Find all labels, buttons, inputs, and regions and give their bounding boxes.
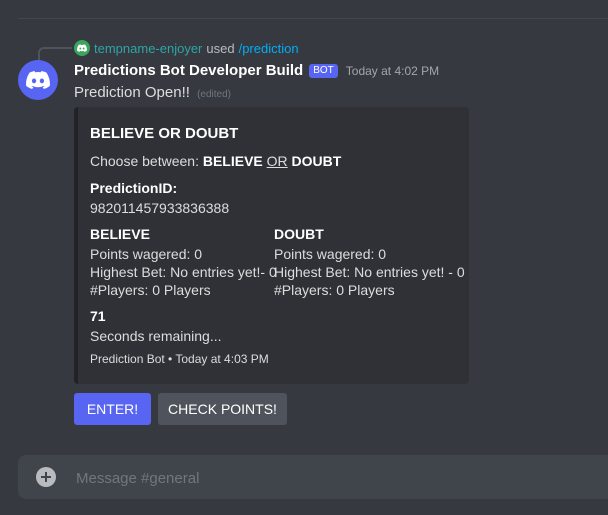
message-composer — [18, 455, 608, 501]
embed-description: Choose between: BELIEVE OR DOUBT — [90, 153, 341, 169]
message-header: Predictions Bot Developer Build BOT Toda… — [74, 62, 439, 79]
author-name[interactable]: Predictions Bot Developer Build — [74, 62, 303, 79]
interaction-reference[interactable]: tempname-enjoyer used /prediction — [74, 40, 299, 56]
message-text: Prediction Open!! — [74, 84, 190, 101]
bot-avatar[interactable] — [18, 60, 58, 100]
top-divider — [18, 18, 608, 19]
plus-icon — [41, 472, 51, 482]
field-prediction-id-name: PredictionID: — [90, 180, 178, 196]
field-doubt-players: #Players: 0 Players — [274, 282, 395, 298]
bot-badge: BOT — [309, 63, 338, 78]
interaction-username[interactable]: tempname-enjoyer — [94, 41, 202, 56]
check-points-button[interactable]: CHECK POINTS! — [158, 393, 287, 425]
enter-button[interactable]: ENTER! — [74, 393, 151, 425]
field-countdown-name: 71 — [90, 308, 106, 324]
upload-plus-button[interactable] — [36, 467, 56, 487]
field-doubt-name: DOUBT — [274, 226, 324, 242]
message-input[interactable] — [74, 455, 598, 501]
description-prefix: Choose between: — [90, 153, 203, 169]
discord-logo-icon — [26, 71, 50, 89]
message-content: Prediction Open!! (edited) — [74, 84, 231, 101]
description-or: OR — [266, 153, 288, 169]
field-believe-points: Points wagered: 0 — [90, 246, 203, 262]
prediction-embed: BELIEVE OR DOUBT Choose between: BELIEVE… — [74, 107, 469, 384]
interaction-used-text: used — [206, 40, 235, 56]
edited-marker: (edited) — [197, 89, 231, 100]
reply-spine — [38, 47, 72, 61]
embed-footer: Prediction Bot • Today at 4:03 PM — [90, 352, 269, 366]
field-believe-highest: Highest Bet: No entries yet!- 0 — [90, 264, 277, 280]
discord-logo-icon — [74, 40, 90, 56]
description-option-doubt: DOUBT — [291, 153, 342, 169]
field-believe-players: #Players: 0 Players — [90, 282, 211, 298]
message-timestamp: Today at 4:02 PM — [345, 63, 440, 78]
interaction-command[interactable]: /prediction — [239, 41, 299, 56]
description-option-believe: BELIEVE — [202, 153, 263, 169]
field-doubt-points: Points wagered: 0 — [274, 246, 387, 262]
embed-title: BELIEVE OR DOUBT — [90, 125, 239, 142]
field-countdown-value: Seconds remaining... — [90, 328, 222, 344]
field-believe-name: BELIEVE — [90, 226, 150, 242]
field-doubt-highest: Highest Bet: No entries yet! - 0 — [274, 264, 465, 280]
field-prediction-id-value: 982011457933836388 — [90, 200, 230, 216]
